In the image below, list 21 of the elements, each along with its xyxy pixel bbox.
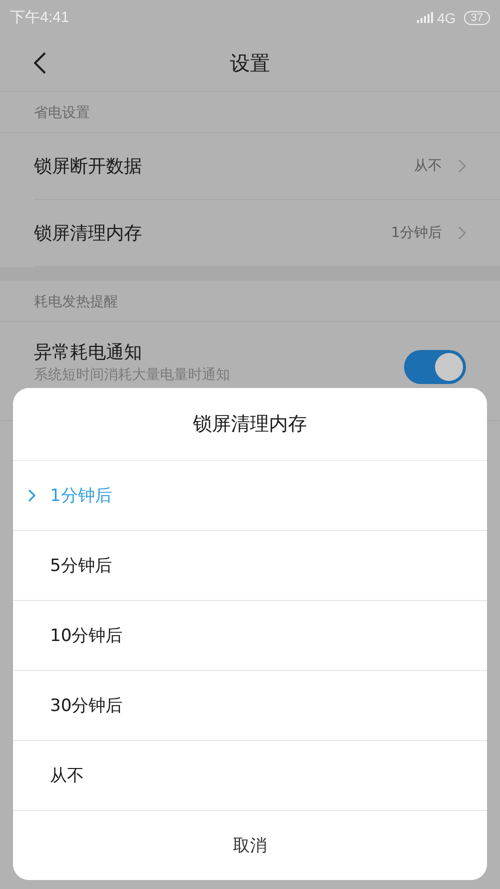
battery-level: 37 bbox=[464, 10, 490, 24]
network-label: 4G bbox=[437, 10, 456, 26]
chevron-icon bbox=[458, 226, 466, 240]
section-label: 耗电发热提醒 bbox=[0, 281, 500, 322]
signal-icon bbox=[417, 12, 434, 23]
option-item[interactable]: 10分钟后 bbox=[13, 601, 487, 671]
chevron-icon bbox=[458, 159, 466, 173]
row-subtitle: 系统短时间消耗大量电量时通知 bbox=[34, 366, 230, 384]
page-title: 设置 bbox=[230, 50, 270, 76]
option-item[interactable]: 30分钟后 bbox=[13, 671, 487, 741]
section-label: 省电设置 bbox=[0, 92, 500, 133]
status-time: 下午4:41 bbox=[10, 8, 70, 27]
back-icon[interactable] bbox=[34, 52, 46, 74]
option-item[interactable]: 5分钟后 bbox=[13, 531, 487, 601]
row-title: 异常耗电通知 bbox=[34, 341, 143, 364]
dialog-title: 锁屏清理内存 bbox=[13, 388, 487, 461]
chevron-icon bbox=[28, 489, 36, 502]
settings-row[interactable]: 锁屏断开数据 从不 bbox=[34, 133, 500, 200]
row-value: 从不 bbox=[414, 157, 442, 175]
toggle-switch[interactable] bbox=[404, 350, 466, 384]
row-value: 1分钟后 bbox=[391, 224, 442, 242]
